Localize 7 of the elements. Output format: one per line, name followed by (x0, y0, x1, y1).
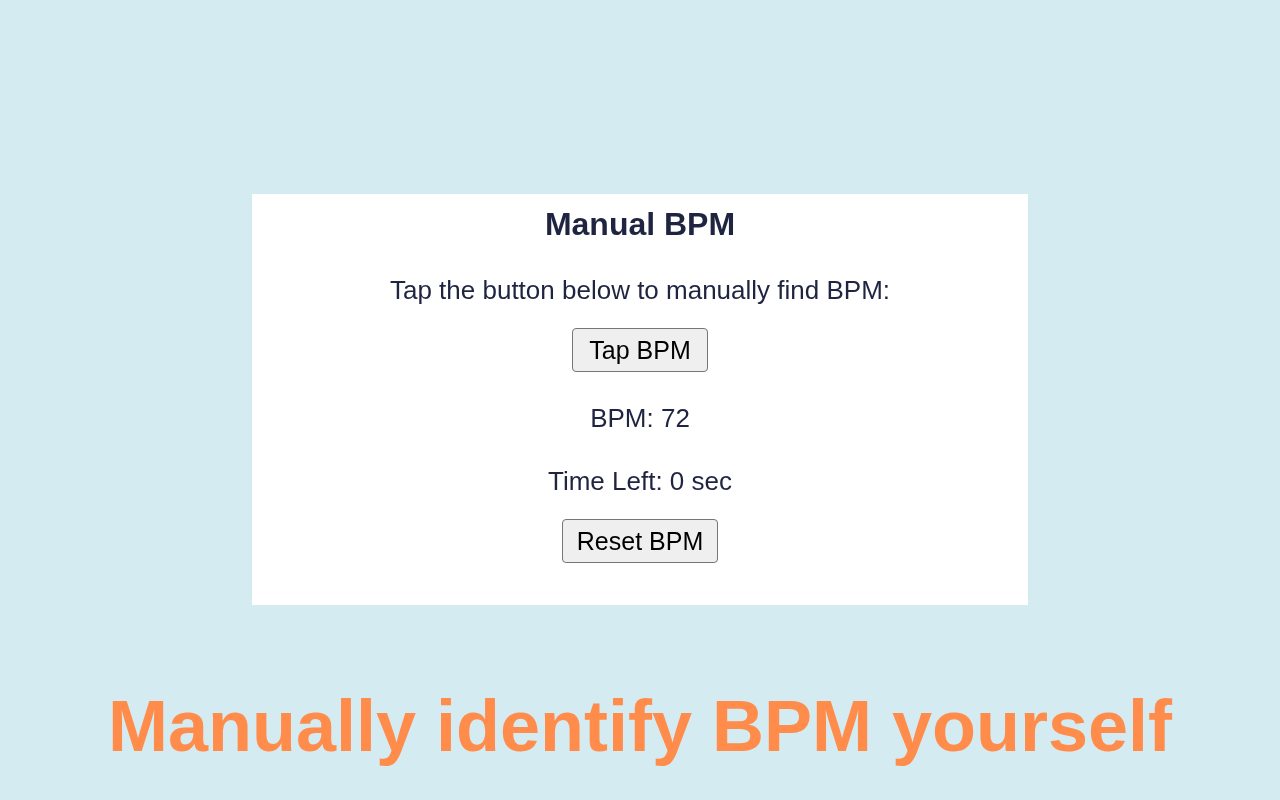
caption-text: Manually identify BPM yourself (107, 685, 1173, 768)
bpm-reading: BPM: 72 (590, 402, 690, 434)
reset-bpm-button[interactable]: Reset BPM (561, 519, 719, 563)
time-left-text: Time Left: 0 sec (548, 465, 732, 497)
instruction-text: Tap the button below to manually find BPM: (389, 274, 891, 306)
panel-title: Manual BPM (544, 205, 736, 244)
tap-bpm-button[interactable]: Tap BPM (572, 328, 708, 372)
